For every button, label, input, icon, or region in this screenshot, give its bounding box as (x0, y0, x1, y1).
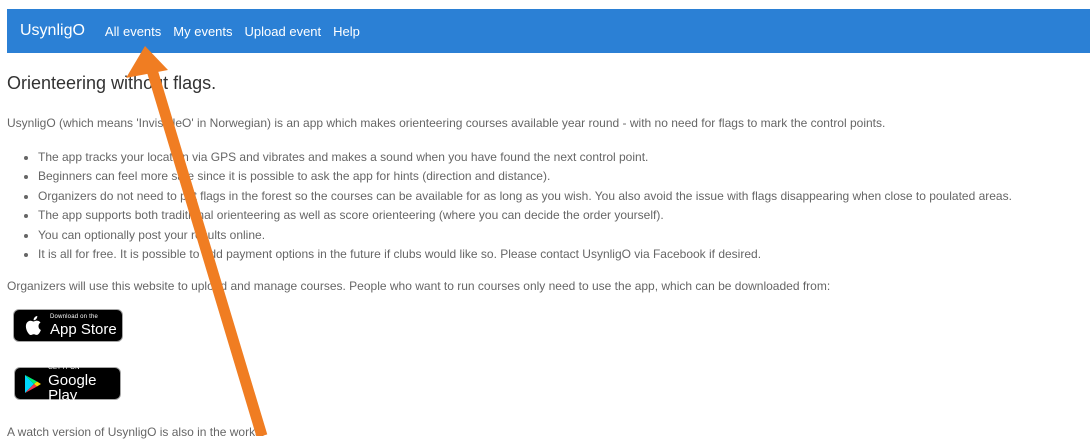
nav-all-events[interactable]: All events (105, 24, 161, 39)
nav-my-events[interactable]: My events (173, 24, 232, 39)
navbar: UsynligO All events My events Upload eve… (7, 9, 1090, 53)
page-title: Orienteering without flags. (7, 73, 217, 93)
google-play-small-label: GET IT ON (48, 364, 80, 371)
google-play-label: Google Play (48, 371, 97, 404)
nav-upload-event[interactable]: Upload event (245, 24, 322, 39)
feature-item: The app supports both traditional orient… (38, 206, 1012, 225)
app-store-small-label: Download on the (50, 314, 99, 320)
google-play-badge[interactable]: GET IT ON Google Play (14, 364, 121, 404)
apple-icon (21, 314, 45, 338)
app-store-badge[interactable]: Download on the App Store (13, 309, 123, 342)
intro-text: UsynligO (which means 'InvisibleO' in No… (7, 116, 886, 130)
organizers-text: Organizers will use this website to uplo… (7, 279, 831, 293)
nav-help[interactable]: Help (333, 24, 360, 39)
feature-item: You can optionally post your results onl… (38, 226, 1012, 245)
brand-link[interactable]: UsynligO (20, 22, 85, 40)
feature-item: Organizers do not need to put flags in t… (38, 187, 1012, 206)
feature-list: The app tracks your location via GPS and… (22, 148, 1012, 264)
feature-item: Beginners can feel more safe since it is… (38, 167, 1012, 186)
watch-text: A watch version of UsynligO is also in t… (7, 425, 265, 439)
app-store-label: App Store (50, 321, 117, 338)
google-play-icon (22, 372, 43, 396)
feature-item: The app tracks your location via GPS and… (38, 148, 1012, 167)
feature-item: It is all for free. It is possible to ad… (38, 245, 1012, 264)
